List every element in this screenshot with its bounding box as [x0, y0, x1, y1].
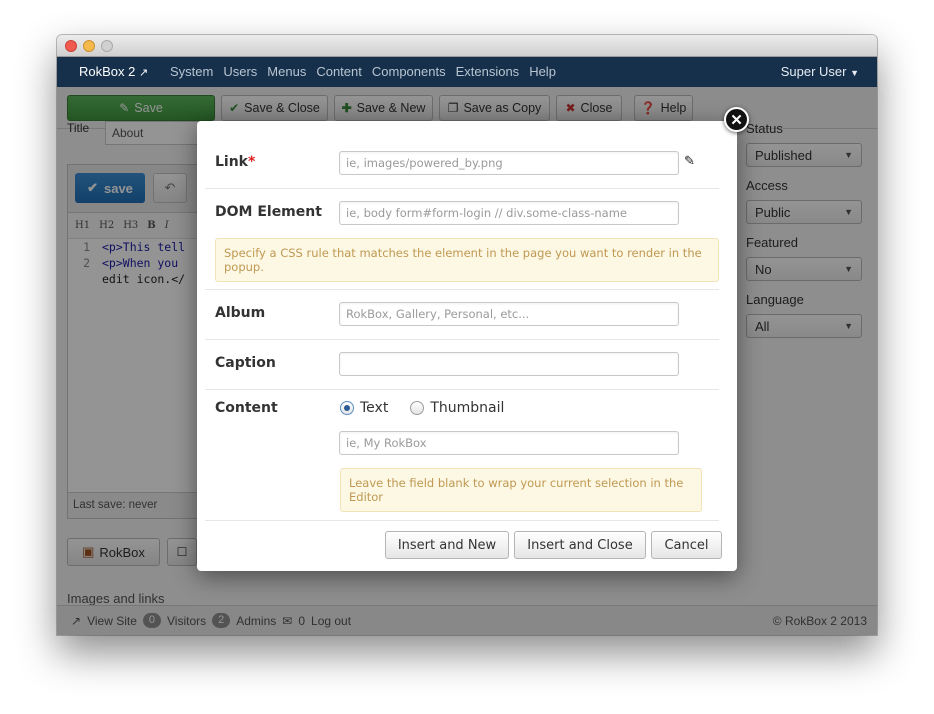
divider — [205, 289, 719, 290]
external-link-icon: ↗ — [139, 67, 149, 79]
content-type-radio-group: Text Thumbnail — [340, 400, 504, 416]
main-menu: System Users Menus Content Components Ex… — [170, 64, 556, 79]
edit-icon[interactable]: ✎ — [684, 153, 695, 169]
menu-menus[interactable]: Menus — [267, 64, 306, 79]
rokbox-insert-modal: Link* ✎ DOM Element Specify a CSS rule t… — [197, 121, 737, 571]
menu-content[interactable]: Content — [316, 64, 362, 79]
modal-close-icon[interactable]: ✕ — [724, 107, 749, 132]
zoom-window-button[interactable] — [101, 40, 113, 52]
menu-extensions[interactable]: Extensions — [456, 64, 520, 79]
minimize-window-button[interactable] — [83, 40, 95, 52]
user-name: Super User — [780, 64, 847, 79]
dom-element-note: Specify a CSS rule that matches the elem… — [215, 238, 719, 282]
divider — [205, 188, 719, 189]
user-menu[interactable]: Super User ▼ — [781, 64, 859, 79]
divider — [205, 339, 719, 340]
brand-label: RokBox 2 — [79, 64, 136, 79]
divider — [205, 520, 719, 521]
text-note: Leave the field blank to wrap your curre… — [340, 468, 702, 512]
content-text-label[interactable]: Text — [360, 400, 388, 416]
content-thumbnail-label[interactable]: Thumbnail — [430, 400, 504, 416]
album-input[interactable] — [339, 302, 679, 326]
admin-navbar: RokBox 2 ↗ System Users Menus Content Co… — [57, 57, 877, 87]
required-marker: * — [248, 154, 256, 170]
brand-link[interactable]: RokBox 2 ↗ — [79, 64, 148, 79]
menu-components[interactable]: Components — [372, 64, 446, 79]
text-input[interactable] — [339, 431, 679, 455]
menu-users[interactable]: Users — [223, 64, 257, 79]
album-label: Album — [215, 305, 266, 321]
dom-element-input[interactable] — [339, 201, 679, 225]
dom-element-label: DOM Element — [215, 204, 322, 220]
insert-and-close-button[interactable]: Insert and Close — [514, 531, 646, 559]
window-titlebar — [57, 35, 877, 57]
link-input[interactable] — [339, 151, 679, 175]
menu-help[interactable]: Help — [529, 64, 556, 79]
menu-system[interactable]: System — [170, 64, 213, 79]
content-label: Content — [215, 400, 278, 416]
divider — [205, 389, 719, 390]
close-window-button[interactable] — [65, 40, 77, 52]
caption-input[interactable] — [339, 352, 679, 376]
content-text-radio[interactable] — [340, 401, 354, 415]
caption-label: Caption — [215, 355, 276, 371]
cancel-button[interactable]: Cancel — [651, 531, 722, 559]
content-thumbnail-radio[interactable] — [410, 401, 425, 415]
link-label: Link* — [215, 154, 255, 170]
caret-down-icon: ▼ — [850, 68, 859, 78]
link-label-text: Link — [215, 154, 248, 170]
insert-and-new-button[interactable]: Insert and New — [385, 531, 509, 559]
